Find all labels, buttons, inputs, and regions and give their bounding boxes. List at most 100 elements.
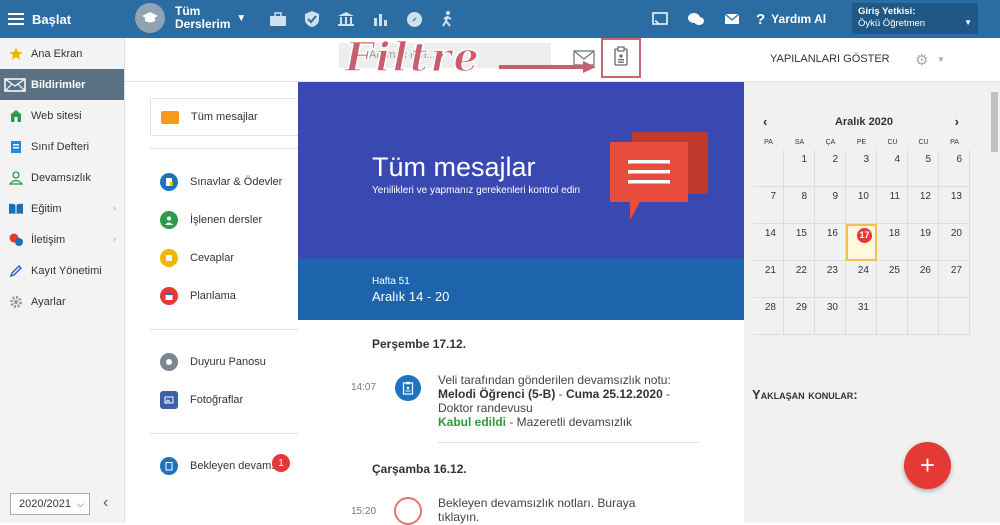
calendar-day[interactable]: 20 (939, 224, 970, 261)
calendar-day[interactable]: 30 (815, 298, 846, 335)
nav-lessons[interactable]: İşlenen dersler (150, 201, 298, 239)
sidebar-item-label: Devamsızlık (31, 171, 91, 184)
scrollbar-thumb[interactable] (991, 92, 998, 152)
calendar-day[interactable]: 23 (815, 261, 846, 298)
nav-planning[interactable]: Planlama (150, 277, 298, 315)
calendar-day[interactable]: 25 (877, 261, 908, 298)
show-completed-button[interactable]: YAPILANLARI GÖSTER (770, 53, 890, 65)
chart-icon[interactable] (364, 0, 396, 38)
calendar-day-name: PE (856, 139, 867, 146)
role-selector[interactable]: Giriş Yetkisi: Öykü Öğretmen ▼ (852, 3, 978, 34)
caret-down-icon[interactable]: ▼ (937, 55, 945, 64)
calendar-next-button[interactable]: › (955, 112, 959, 132)
calendar-day[interactable]: 5 (908, 150, 939, 187)
calendar-day[interactable]: 21 (753, 261, 784, 298)
calendar-day[interactable]: 29 (784, 298, 815, 335)
calendar-day-name: CU (887, 139, 898, 146)
nav-all-messages[interactable]: Tüm mesajlar (150, 98, 306, 136)
calendar-day[interactable]: 12 (908, 187, 939, 224)
calendar-day (877, 298, 908, 335)
start-menu-button[interactable]: Başlat (8, 0, 71, 38)
briefcase-icon[interactable] (262, 0, 294, 38)
shield-icon[interactable] (296, 0, 328, 38)
gear-icon[interactable]: ⚙ (915, 51, 928, 69)
calendar-day[interactable]: 27 (939, 261, 970, 298)
calendar-day[interactable]: 7 (753, 187, 784, 224)
sidebar-item-website[interactable]: Web sitesi (0, 100, 124, 131)
add-button[interactable]: + (904, 442, 951, 489)
nav-label: Fotoğraflar (190, 394, 244, 406)
calendar-day[interactable]: 13 (939, 187, 970, 224)
message-entry[interactable]: Veli tarafından gönderilen devamsızlık n… (438, 373, 698, 429)
chat-bubbles-icon[interactable] (678, 12, 714, 27)
calendar-day[interactable]: 26 (908, 261, 939, 298)
sidebar-item-communication[interactable]: İletişim › (0, 224, 124, 255)
calendar-day[interactable]: 4 (877, 150, 908, 187)
calendar-day-name: ÇA (825, 139, 836, 146)
envelope-icon (4, 77, 26, 93)
divider (150, 433, 298, 434)
sidebar-item-home[interactable]: Ana Ekran (0, 38, 124, 69)
sidebar-item-settings[interactable]: Ayarlar (0, 286, 124, 317)
year-select[interactable]: 2020/2021 ⌵ (10, 493, 90, 515)
calendar-day[interactable]: 1 (784, 150, 815, 187)
scrollbar[interactable] (989, 82, 1000, 523)
message-entry[interactable]: Bekleyen devamsızlık notları. Buraya tık… (438, 496, 698, 524)
calendar-day[interactable]: 14 (753, 224, 784, 261)
collapse-sidebar-button[interactable]: ‹ (103, 494, 108, 512)
calendar-day (753, 150, 784, 187)
calendar-day[interactable]: 28 (753, 298, 784, 335)
nav-pending-absence[interactable]: Bekleyen devams 1 (150, 447, 298, 485)
mail-icon[interactable] (714, 13, 750, 25)
person-icon (8, 170, 24, 186)
nav-announcement-board[interactable]: Duyuru Panosu (150, 343, 298, 381)
upcoming-topics-title: Yaklaşan konular: (752, 387, 858, 402)
nav-photos[interactable]: Fotoğraflar (150, 381, 298, 419)
divider (150, 148, 298, 149)
calendar-day[interactable]: 19 (908, 224, 939, 261)
help-button[interactable]: ? Yardım Al (756, 11, 826, 28)
planning-icon (160, 287, 178, 305)
calendar-day[interactable]: 15 (784, 224, 815, 261)
sidebar-item-label: Web sitesi (31, 109, 82, 122)
message-feed: Perşembe 17.12. 14:07 Veli tarafından gö… (298, 320, 744, 525)
nav-label: Duyuru Panosu (190, 356, 266, 368)
nav-exams-homework[interactable]: Sınavlar & Ödevler (150, 163, 298, 201)
clock-alert-icon (394, 497, 422, 525)
status-accepted: Kabul edildi (438, 415, 507, 429)
walking-icon[interactable] (432, 0, 464, 38)
calendar-day[interactable]: 3 (846, 150, 877, 187)
sidebar-item-registration[interactable]: Kayıt Yönetimi (0, 255, 124, 286)
nav-answers[interactable]: Cevaplar (150, 239, 298, 277)
banner: Tüm mesajlar Yenilikleri ve yapmanız ger… (298, 82, 744, 259)
compass-icon[interactable] (398, 0, 430, 38)
absence-note-icon (160, 457, 178, 475)
entry-line: tıklayın. (438, 510, 480, 524)
calendar-day[interactable]: 11 (877, 187, 908, 224)
course-selector[interactable]: Tüm Derslerim ▼ (135, 3, 246, 33)
calendar-day[interactable]: 8 (784, 187, 815, 224)
calendar-day[interactable]: 10 (846, 187, 877, 224)
calendar-day[interactable]: 22 (784, 261, 815, 298)
sidebar-item-absence[interactable]: Devamsızlık (0, 162, 124, 193)
sidebar-item-notifications[interactable]: Bildirimler (0, 69, 124, 100)
sidebar-item-classbook[interactable]: Sınıf Defteri (0, 131, 124, 162)
cast-icon[interactable] (642, 12, 678, 26)
bank-icon[interactable] (330, 0, 362, 38)
absence-note-icon (395, 375, 421, 401)
calendar-day[interactable]: 24 (846, 261, 877, 298)
calendar-day[interactable]: 16 (815, 224, 846, 261)
calendar-day[interactable]: 2 (815, 150, 846, 187)
nav-label: Planlama (190, 290, 236, 302)
calendar-prev-button[interactable]: ‹ (763, 112, 767, 132)
calendar-day[interactable]: 31 (846, 298, 877, 335)
gear-icon (8, 294, 24, 310)
answers-icon (160, 249, 178, 267)
year-value: 2020/2021 (19, 498, 71, 510)
calendar-day[interactable]: 9 (815, 187, 846, 224)
sidebar-item-education[interactable]: Eğitim › (0, 193, 124, 224)
calendar-day[interactable]: 18 (877, 224, 908, 261)
calendar-day[interactable]: 6 (939, 150, 970, 187)
filter-button[interactable] (601, 38, 641, 78)
calendar-day[interactable]: 17 (846, 224, 877, 261)
